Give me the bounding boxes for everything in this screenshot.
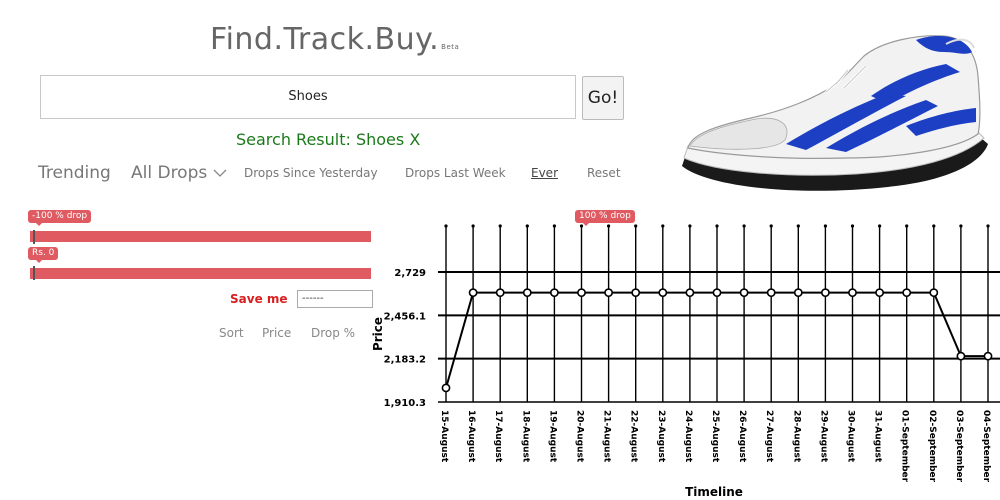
x-gridline-cap [932,224,936,228]
price-point [793,288,803,298]
product-image[interactable] [676,26,996,210]
x-gridline-cap [959,224,963,228]
x-tick-label: 21-August [602,410,612,463]
price-point [929,288,939,298]
drop-min-tag: -100 % drop [28,210,92,226]
x-tick-label: 29-August [818,410,828,463]
price-point [522,288,532,298]
all-drops-label: All Drops [131,163,208,183]
price-point [712,288,722,298]
search-result-text[interactable]: Search Result: Shoes X [236,130,420,149]
x-tick-label: 17-August [493,410,503,463]
x-tick-label: 16-August [466,410,476,463]
sort-label: Sort [219,326,244,340]
x-gridline-cap [986,224,990,228]
price-point [495,288,505,298]
price-slider-handle[interactable] [33,266,35,280]
site-logo[interactable]: Find.Track.Buy. Beta [210,22,459,57]
chevron-down-icon [213,163,227,183]
x-gridline-cap [552,224,556,228]
price-point [631,288,641,298]
reset-link[interactable]: Reset [587,166,621,180]
x-gridline-cap [579,224,584,228]
price-point [956,351,966,361]
price-point [766,288,776,298]
x-gridline-cap [742,224,746,228]
x-tick-label: 03-September [954,410,964,483]
x-gridline-cap [661,224,665,228]
x-tick-label: 19-August [547,410,557,463]
sort-price-link[interactable]: Price [262,326,291,340]
price-min-tag: Rs. 0 [28,247,59,263]
search-input[interactable]: Shoes [40,75,576,119]
go-button[interactable]: Go! [582,76,624,120]
x-gridline-cap [634,224,638,228]
x-gridline-cap [796,224,800,228]
x-tick-label: 26-August [737,410,747,463]
price-point [820,288,830,298]
sort-drop-link[interactable]: Drop % [311,326,355,340]
y-tick-label: 2,456.1 [384,311,426,322]
price-point [848,288,857,298]
drop-range-slider[interactable] [30,231,371,242]
price-point [902,288,912,298]
y-tick-label: 1,910.3 [384,398,426,409]
x-tick-label: 04-September [981,410,991,483]
x-tick-label: 30-August [846,410,856,463]
x-gridline-cap [850,224,855,228]
y-tick-label: 2,183.2 [384,355,426,366]
all-drops-dropdown[interactable]: All Drops [131,163,227,183]
x-gridline-cap [525,224,529,228]
x-axis-label: Timeline [685,485,743,499]
y-axis-label: Price [371,317,385,351]
price-point [604,288,613,298]
x-gridline-cap [715,224,719,228]
price-point [983,351,993,361]
drop-slider-handle[interactable] [33,230,35,244]
x-tick-label: 31-August [873,410,883,463]
x-tick-label: 28-August [791,410,801,463]
logo-text: Find.Track.Buy. [210,22,440,57]
price-point [441,383,451,393]
x-tick-label: 23-August [656,410,666,463]
x-tick-label: 18-August [520,410,530,463]
price-point [875,288,884,298]
x-tick-label: 20-August [575,410,585,463]
x-gridline-cap [688,224,692,228]
drops-since-yesterday-link[interactable]: Drops Since Yesterday [244,166,378,180]
price-point [577,288,586,298]
x-gridline-cap [498,224,502,228]
price-point [549,288,559,298]
price-point [685,288,695,298]
price-point [739,288,749,298]
beta-label: Beta [441,43,460,51]
x-gridline-cap [769,224,773,228]
price-history-chart: 2,729 2,456.1 2,183.2 1,910.3 15-August 16-Au… [371,224,1000,499]
price-point [658,288,668,298]
save-me-label: Save me [230,292,288,306]
x-tick-label: 01-September [900,410,910,483]
drops-last-week-link[interactable]: Drops Last Week [405,166,506,180]
x-gridline-cap [823,224,827,228]
x-tick-label: 22-August [629,410,639,463]
x-tick-label: 02-September [927,410,937,483]
price-range-slider[interactable] [30,268,371,279]
x-tick-label: 25-August [710,410,720,463]
x-tick-label: 15-August [439,410,449,463]
price-point [468,288,478,298]
x-tick-label: 24-August [683,410,693,463]
x-gridline-cap [444,224,448,228]
x-gridline-cap [878,224,882,228]
y-tick-label: 2,729 [394,268,426,279]
ever-link[interactable]: Ever [531,166,558,180]
x-gridline-cap [607,224,611,228]
save-select[interactable]: ------ [297,290,373,308]
x-tick-label: 27-August [764,410,774,463]
x-gridline-cap [471,224,475,228]
trending-link[interactable]: Trending [38,163,111,183]
x-gridline-cap [905,224,909,228]
